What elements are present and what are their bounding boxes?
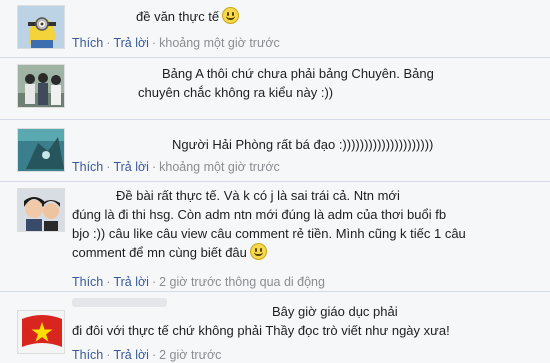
like-link[interactable]: Thích bbox=[72, 160, 103, 174]
comment-line-with-emoji: comment để mn cùng biết đâu bbox=[72, 243, 466, 262]
comment-text: đề văn thực tế bbox=[136, 7, 240, 26]
group-photo-avatar-image bbox=[18, 65, 64, 107]
timestamp[interactable]: khoảng một giờ trước bbox=[159, 36, 280, 50]
minion-avatar-image bbox=[18, 6, 64, 48]
comment-item: Người Hải Phòng rất bá đạo :))))))))))))… bbox=[0, 120, 550, 182]
comment-line: đi đôi với thực tế chứ không phải Thầy đ… bbox=[72, 323, 450, 338]
comment-actions: Thích · Trả lời · khoảng một giờ trước bbox=[72, 160, 280, 174]
avatar[interactable] bbox=[17, 188, 65, 232]
separator-dot: · bbox=[151, 160, 157, 174]
comment-actions: Thích · Trả lời · 2 giờ trước bbox=[72, 348, 221, 362]
avatar[interactable] bbox=[17, 64, 65, 108]
comment-line: Đề bài rất thực tế. Và k có j là sai trá… bbox=[116, 188, 400, 203]
comment-text: Đề bài rất thực tế. Và k có j là sai trá… bbox=[72, 186, 466, 262]
separator-dot: · bbox=[151, 348, 157, 362]
comment-line: Bây giờ giáo dục phải bbox=[272, 304, 398, 319]
comment-actions: Thích · Trả lời · khoảng một giờ trước bbox=[72, 36, 280, 50]
comment-text: Bảng A thôi chứ chưa phải bảng Chuyên. B… bbox=[138, 64, 434, 102]
comment-text: Bây giờ giáo dục phải đi đôi với thực tế… bbox=[72, 302, 450, 340]
avatar[interactable] bbox=[17, 310, 65, 354]
comment-actions: Thích · Trả lời · 2 giờ trước thông qua di đ… bbox=[72, 275, 325, 289]
comment-line: Bảng A thôi chứ chưa phải bảng Chuyên. B… bbox=[162, 66, 434, 81]
like-link[interactable]: Thích bbox=[72, 36, 103, 50]
timestamp[interactable]: 2 giờ trước thông qua di động bbox=[159, 275, 325, 289]
comment-line: Người Hải Phòng rất bá đạo :))))))))))))… bbox=[172, 137, 434, 152]
comment-line: bjo :)) câu like câu view câu comment rẻ… bbox=[72, 226, 466, 241]
reply-link[interactable]: Trả lời bbox=[113, 36, 149, 50]
timestamp[interactable]: khoảng một giờ trước bbox=[159, 160, 280, 174]
separator-dot: · bbox=[106, 36, 111, 50]
comment-item: Bảng A thôi chứ chưa phải bảng Chuyên. B… bbox=[0, 58, 550, 120]
avatar[interactable] bbox=[17, 5, 65, 49]
vietnam-flag-avatar-image bbox=[18, 311, 64, 353]
reply-link[interactable]: Trả lời bbox=[113, 275, 149, 289]
comment-line: comment để mn cùng biết đâu bbox=[72, 245, 247, 260]
like-link[interactable]: Thích bbox=[72, 275, 103, 289]
separator-dot: · bbox=[151, 36, 157, 50]
comment-text: Người Hải Phòng rất bá đạo :))))))))))))… bbox=[172, 135, 433, 154]
separator-dot: · bbox=[106, 348, 111, 362]
comment-item: Đề bài rất thực tế. Và k có j là sai trá… bbox=[0, 182, 550, 292]
avatar[interactable] bbox=[17, 128, 65, 172]
comment-item: đề văn thực tế Thích · Trả lời · khoảng một … bbox=[0, 0, 550, 58]
smiley-emoji-icon bbox=[249, 243, 267, 260]
timestamp[interactable]: 2 giờ trước bbox=[159, 348, 221, 362]
reply-link[interactable]: Trả lời bbox=[113, 160, 149, 174]
comment-line: chuyên chắc không ra kiểu này :)) bbox=[138, 85, 334, 100]
smiley-emoji-icon bbox=[222, 7, 240, 24]
separator-dot: · bbox=[151, 275, 157, 289]
couple-photo-avatar-image bbox=[18, 189, 64, 231]
comment-line: đề văn thực tế bbox=[136, 9, 220, 24]
separator-dot: · bbox=[106, 160, 111, 174]
reply-link[interactable]: Trả lời bbox=[113, 348, 149, 362]
separator-dot: · bbox=[106, 275, 111, 289]
teal-photo-avatar-image bbox=[18, 129, 64, 171]
comment-line: đúng là đi thi hsg. Còn adm ntn mới đúng… bbox=[72, 207, 447, 222]
comment-item: Bây giờ giáo dục phải đi đôi với thực tế… bbox=[0, 292, 550, 363]
like-link[interactable]: Thích bbox=[72, 348, 103, 362]
